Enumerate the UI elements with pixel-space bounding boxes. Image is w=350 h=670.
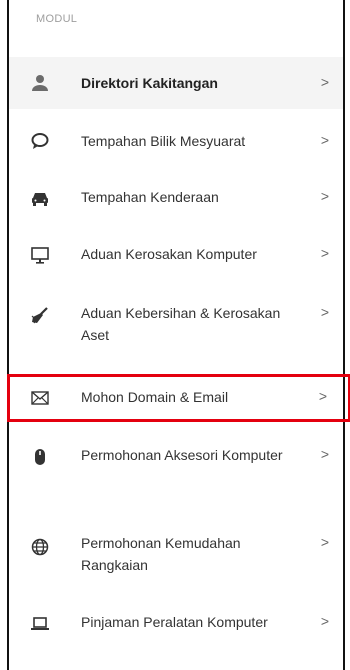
chevron-right-icon: > xyxy=(320,132,329,148)
user-icon xyxy=(30,73,50,93)
menu-item-label: Tempahan Bilik Mesyuarat xyxy=(81,133,246,149)
menu-item-tempahan-kenderaan[interactable]: Tempahan Kenderaan > xyxy=(9,168,343,226)
menu-item-permohonan-aksesori-komputer[interactable]: Permohonan Aksesori Komputer > xyxy=(9,426,343,516)
section-header: MODUL xyxy=(36,13,78,25)
menu-item-label: Aduan Kerosakan Komputer xyxy=(81,246,257,262)
chevron-right-icon: > xyxy=(320,245,329,261)
laptop-icon xyxy=(30,614,50,634)
monitor-icon xyxy=(30,245,50,265)
mouse-icon xyxy=(30,447,50,467)
menu-item-aduan-kerosakan-komputer[interactable]: Aduan Kerosakan Komputer > xyxy=(9,226,343,284)
chevron-right-icon: > xyxy=(320,534,329,550)
speech-bubble-icon xyxy=(30,131,50,151)
car-icon xyxy=(30,188,50,208)
menu-item-label: Permohonan Aksesori Komputer xyxy=(81,447,283,463)
chevron-right-icon: > xyxy=(320,304,329,320)
chevron-right-icon: > xyxy=(320,188,329,204)
broom-icon xyxy=(30,306,50,326)
menu-item-tempahan-bilik-mesyuarat[interactable]: Tempahan Bilik Mesyuarat > xyxy=(9,112,343,168)
menu-item-label: Direktori Kakitangan xyxy=(81,75,218,91)
menu-item-label: Permohonan Kemudahan Rangkaian xyxy=(81,535,241,573)
globe-icon xyxy=(30,537,50,557)
menu-item-mohon-domain-email[interactable]: Mohon Domain & Email > xyxy=(7,374,350,422)
menu-item-direktori-kakitangan[interactable]: Direktori Kakitangan > xyxy=(9,57,343,109)
chevron-right-icon: > xyxy=(320,613,329,629)
menu-item-pinjaman-peralatan-komputer[interactable]: Pinjaman Peralatan Komputer > xyxy=(9,602,343,670)
menu-item-label: Tempahan Kenderaan xyxy=(81,189,219,205)
envelope-icon xyxy=(30,388,50,408)
chevron-right-icon: > xyxy=(320,74,329,90)
menu-item-label: Aduan Kebersihan & Kerosakan Aset xyxy=(81,305,281,343)
menu-item-label: Pinjaman Peralatan Komputer xyxy=(81,614,268,630)
menu-item-aduan-kebersihan-kerosakan-aset[interactable]: Aduan Kebersihan & Kerosakan Aset > xyxy=(9,284,343,370)
chevron-right-icon: > xyxy=(320,446,329,462)
menu-item-permohonan-kemudahan-rangkaian[interactable]: Permohonan Kemudahan Rangkaian > xyxy=(9,516,343,602)
menu-item-label: Mohon Domain & Email xyxy=(81,389,229,405)
chevron-right-icon: > xyxy=(318,388,327,404)
